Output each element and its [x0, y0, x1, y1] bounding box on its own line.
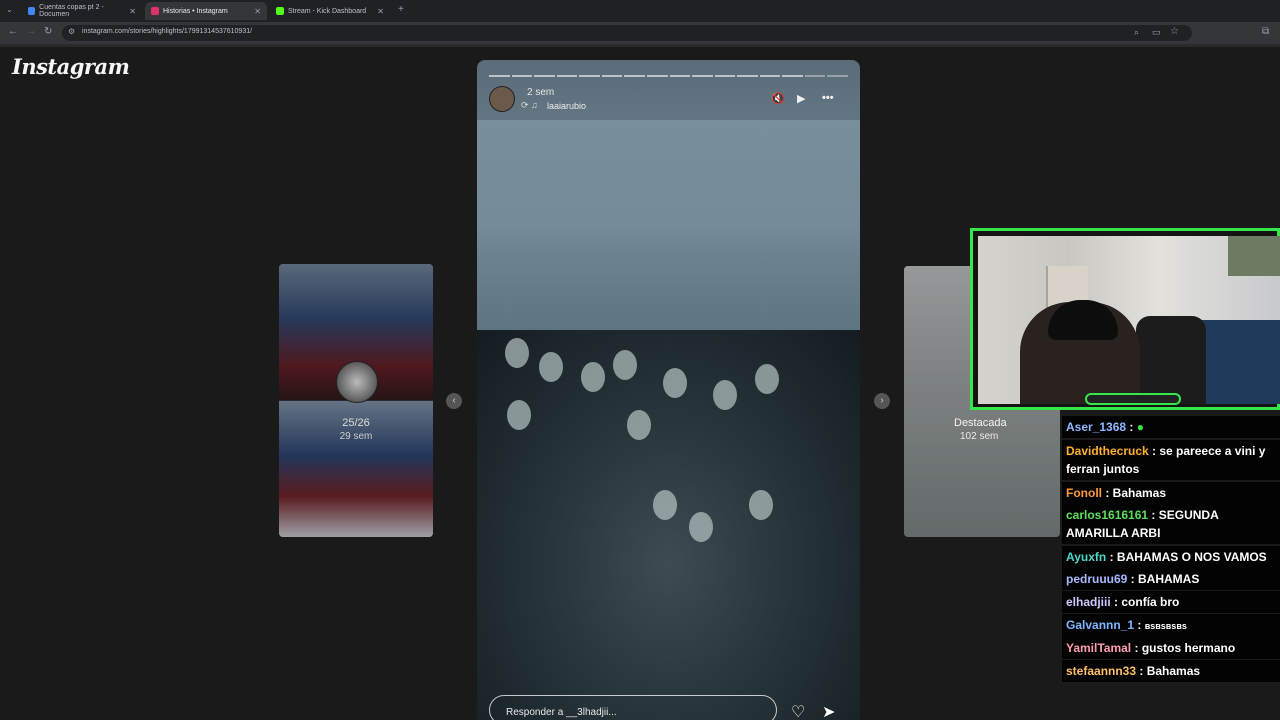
chat-message: Aser_1368 : ●: [1062, 416, 1280, 438]
person-face: [755, 364, 779, 394]
emote-icon: ●: [1136, 420, 1144, 434]
story-username[interactable]: laaiarubio: [547, 101, 586, 111]
send-icon[interactable]: ➤: [822, 702, 835, 720]
reply-placeholder: Responder a __3lhadjii...: [506, 707, 617, 718]
docs-favicon-icon: [28, 7, 36, 15]
reply-input[interactable]: Responder a __3lhadjii...: [489, 695, 777, 720]
browser-tab-bar: ⌄ Cuentas copas pt 2 - Documen ✕ Histori…: [0, 0, 1280, 22]
story-viewer[interactable]: 2 sem ⟳ ♫ laaiarubio 🔇 ▶ ••• Responder a…: [477, 60, 860, 720]
person-face: [539, 352, 563, 382]
chat-message: Ayuxfn : BAHAMAS O NOS VAMOS: [1062, 546, 1280, 568]
url-text[interactable]: instagram.com/stories/highlights/1799131…: [82, 28, 252, 35]
story-time: 2 sem: [527, 87, 555, 98]
chat-text: ʙsʙsʙsʙs: [1144, 621, 1187, 631]
person-face: [627, 410, 651, 440]
chat-message: Galvannn_1 : ʙsʙsʙsʙs: [1062, 614, 1280, 637]
chat-username: Aser_1368: [1066, 420, 1127, 434]
next-story-label: Destacada: [954, 417, 1007, 429]
person-face: [581, 362, 605, 392]
chat-username: YamilTamal: [1066, 641, 1132, 655]
chat-username: pedruuu69: [1066, 572, 1128, 586]
story-progress-bar: [489, 75, 848, 77]
tab-docs[interactable]: Cuentas copas pt 2 - Documen ✕: [22, 2, 142, 20]
webcam-bed: [1198, 320, 1280, 404]
chat-text: BAHAMAS: [1138, 572, 1200, 586]
chat-username: Galvannn_1: [1066, 618, 1135, 632]
bookmark-star-icon[interactable]: ☆: [1170, 26, 1179, 37]
chat-message: pedruuu69 : BAHAMAS: [1062, 568, 1280, 590]
cast-icon[interactable]: ▭: [1152, 27, 1161, 38]
chat-username: Ayuxfn: [1066, 550, 1107, 564]
tab-list-icon[interactable]: ⌄: [6, 5, 13, 14]
new-tab-icon[interactable]: +: [398, 4, 404, 15]
person-face: [507, 400, 531, 430]
address-bar: ← → ↻ ⚙ instagram.com/stories/highlights…: [0, 22, 1280, 44]
like-heart-icon[interactable]: ♡: [791, 702, 805, 720]
tab-kick[interactable]: Stream - Kick Dashboard ✕: [270, 2, 390, 20]
kick-favicon-icon: [276, 7, 284, 15]
webcam-name-bar: [1085, 393, 1181, 405]
story-photo-group: [477, 330, 860, 720]
webcam-window: [1228, 236, 1280, 276]
reload-icon[interactable]: ↻: [44, 26, 52, 37]
omnibox[interactable]: ⚙ instagram.com/stories/highlights/17991…: [62, 25, 1192, 41]
chat-message: Davidthecruck : se pareece a vini y ferr…: [1062, 440, 1280, 480]
bookmark-strip: [0, 44, 1280, 47]
play-icon[interactable]: ▶: [797, 92, 805, 105]
webcam-chair: [1136, 316, 1206, 404]
chat-username: Davidthecruck: [1066, 444, 1149, 458]
tab-label: Stream - Kick Dashboard: [288, 7, 367, 15]
chat-text: Bahamas: [1112, 486, 1167, 500]
chat-message: carlos1616161 : SEGUNDA AMARILLA ARBI: [1062, 504, 1280, 544]
mute-icon[interactable]: 🔇: [771, 92, 785, 105]
person-face: [613, 350, 637, 380]
site-info-icon[interactable]: ⚙: [68, 27, 75, 36]
extensions-icon[interactable]: ⧉: [1262, 26, 1269, 37]
tab-label: Historias • Instagram: [163, 7, 228, 15]
chat-username: carlos1616161: [1066, 508, 1149, 522]
forward-icon[interactable]: →: [26, 26, 36, 37]
chat-text: gustos hermano: [1141, 641, 1236, 655]
chat-message: elhadjiii : confía bro: [1062, 591, 1280, 613]
story-user-avatar[interactable]: [489, 86, 515, 112]
previous-story-avatar: [336, 361, 378, 403]
chat-text: Bahamas: [1146, 664, 1201, 678]
chat-text: confía bro: [1121, 595, 1180, 609]
person-face: [653, 490, 677, 520]
previous-story-count: 25/26: [342, 417, 370, 429]
chat-username: stefaannn33: [1066, 664, 1137, 678]
instagram-logo[interactable]: Instagram: [12, 54, 130, 79]
person-face: [713, 380, 737, 410]
stream-chat: Aser_1368 : ● Davidthecruck : se pareece…: [1062, 416, 1280, 682]
highlight-icon: ⟳ ♫: [521, 100, 538, 110]
previous-story-time: 29 sem: [339, 431, 373, 442]
previous-arrow-icon[interactable]: ‹: [446, 393, 462, 409]
webcam-feed: [978, 236, 1280, 404]
previous-story-card[interactable]: 25/26 29 sem: [279, 264, 433, 537]
person-face: [749, 490, 773, 520]
search-icon[interactable]: ⌕: [1134, 27, 1139, 38]
person-face: [689, 512, 713, 542]
next-story-time: 102 sem: [960, 431, 999, 442]
story-ceiling-light: [477, 120, 860, 260]
chat-message: stefaannn33 : Bahamas: [1062, 660, 1280, 682]
chat-username: Fonoll: [1066, 486, 1102, 500]
tab-label: Cuentas copas pt 2 - Documen: [39, 4, 104, 18]
chat-username: elhadjiii: [1066, 595, 1111, 609]
tab-instagram[interactable]: Historias • Instagram ✕: [145, 2, 267, 20]
mute-tab-icon[interactable]: ✕: [377, 7, 384, 16]
close-tab-icon[interactable]: ✕: [129, 7, 136, 16]
person-face: [663, 368, 687, 398]
next-arrow-icon[interactable]: ›: [874, 393, 890, 409]
close-tab-icon[interactable]: ✕: [254, 7, 261, 16]
chat-message: Fonoll : Bahamas: [1062, 482, 1280, 504]
person-face: [505, 338, 529, 368]
chat-message: YamilTamal : gustos hermano: [1062, 637, 1280, 659]
chat-text: BAHAMAS O NOS VAMOS: [1116, 550, 1267, 564]
back-icon[interactable]: ←: [8, 26, 18, 37]
more-options-icon[interactable]: •••: [822, 92, 834, 104]
instagram-favicon-icon: [151, 7, 159, 15]
